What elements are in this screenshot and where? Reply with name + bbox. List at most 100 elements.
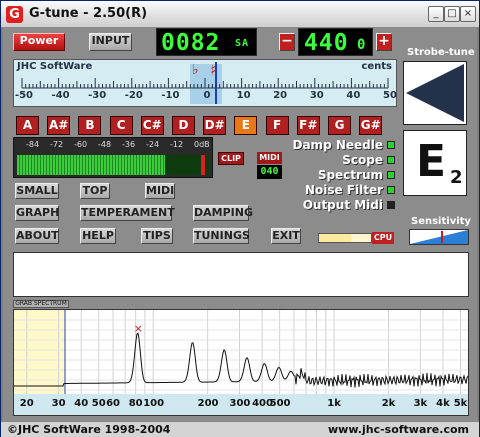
level-meter-tick: -24	[146, 140, 160, 149]
scope-waveform	[14, 253, 468, 296]
level-meter: -84 -72 -60 -48 -36 -24 -12 0dB	[13, 137, 213, 178]
reference-freq-display: 440 0	[298, 28, 373, 56]
reference-freq-decimal: 0	[357, 37, 367, 53]
cpu-meter-fill	[319, 234, 352, 242]
needle-scale-label: 50	[383, 90, 397, 101]
flag-label-scope[interactable]: Scope	[273, 153, 383, 167]
freq-up-button[interactable]: +	[376, 33, 392, 51]
spectrum-tick-label: 5k	[453, 398, 468, 409]
detected-note-display: E 2	[403, 130, 467, 196]
app-window: G G-tune - 2.50(R) _ □ × Power INPUT 008…	[0, 0, 480, 437]
note-button-f[interactable]: F	[265, 116, 289, 135]
flag-label-noise-filter[interactable]: Noise Filter	[273, 183, 383, 197]
input-button[interactable]: INPUT	[89, 33, 132, 51]
note-button-d[interactable]: D	[172, 116, 195, 135]
gtune-logo-icon: G	[6, 6, 23, 23]
note-button-f-sharp[interactable]: F#	[296, 116, 320, 135]
needle-scale-label: 30	[309, 90, 324, 101]
note-button-d-sharp[interactable]: D#	[203, 116, 227, 135]
spectrum-tick-label: 20	[19, 398, 34, 409]
flag-indicator-icon[interactable]	[387, 141, 395, 149]
sensitivity-slider[interactable]	[409, 229, 469, 245]
note-button-g-sharp[interactable]: G#	[359, 116, 383, 135]
strobe-tune-label: Strobe-tune	[407, 47, 475, 58]
cpu-label: CPU	[372, 232, 394, 244]
needle-scale-label: -10	[161, 90, 180, 101]
level-peak-marker	[201, 155, 205, 175]
note-button-c-sharp[interactable]: C#	[140, 116, 164, 135]
sample-counter-value: 0082	[161, 30, 221, 56]
help-button[interactable]: HELP	[80, 228, 116, 244]
needle-scale-label: 40	[346, 90, 361, 101]
window-title: G-tune - 2.50(R)	[29, 6, 148, 21]
needle-scale-label: -50	[14, 90, 34, 101]
flag-indicator-icon[interactable]	[387, 156, 395, 164]
flag-label-damp-needle[interactable]: Damp Needle	[273, 138, 384, 152]
note-button-a-sharp[interactable]: A#	[47, 116, 71, 135]
small-button[interactable]: SMALL	[15, 183, 59, 199]
needle-scale-label: -30	[88, 90, 107, 101]
grab-spectrum-button[interactable]: GRAB SPECTRUM	[13, 300, 69, 308]
midi-button[interactable]: MIDI	[145, 183, 175, 199]
note-button-a[interactable]: A	[16, 116, 39, 135]
close-button[interactable]: ×	[460, 6, 476, 22]
maximize-button[interactable]: □	[444, 6, 460, 22]
svg-text:×: ×	[134, 322, 143, 335]
spectrum-tick-label: 100	[143, 398, 165, 409]
flag-indicator-icon[interactable]	[387, 171, 395, 179]
freq-down-button[interactable]: −	[279, 33, 295, 51]
sensitivity-ramp	[410, 230, 468, 244]
spectrum-tick-label: 60	[106, 398, 121, 409]
oscilloscope	[13, 252, 469, 297]
strobe-tuner	[403, 61, 467, 125]
status-bar: ©JHC SoftWare 1998-2004 www.jhc-software…	[1, 421, 479, 437]
website-link[interactable]: www.jhc-software.com	[328, 423, 469, 436]
spectrum-axis: 20 30 40 50 60 80 100 200 300 400 500 1k 2k 3k 4k 5k	[14, 394, 468, 415]
tips-button[interactable]: TIPS	[141, 228, 173, 244]
clip-indicator: CLIP	[218, 152, 244, 165]
exit-button[interactable]: EXIT	[271, 228, 301, 244]
tuning-needle-meter: JHC SoftWare cents ♭ ♯ -50 -40 -30 -20 -10 0 1…	[13, 59, 397, 107]
copyright-text: ©JHC SoftWare 1998-2004	[7, 423, 171, 436]
level-meter-tick: -84	[26, 140, 40, 149]
level-meter-tick: -72	[50, 140, 64, 149]
spectrum-tick-label: 3k	[413, 398, 428, 409]
minimize-button[interactable]: _	[428, 6, 444, 22]
flag-indicator-icon[interactable]	[387, 186, 395, 194]
about-button[interactable]: ABOUT	[15, 228, 59, 244]
flag-indicator-icon[interactable]	[387, 201, 395, 209]
detected-note-octave: 2	[450, 167, 463, 188]
spectrum-analyzer: × 20 30 40 50 60 80 100 200 300 400 500 1k 2k 3k 4k 5k	[13, 309, 469, 416]
graph-button[interactable]: GRAPH	[15, 205, 59, 221]
needle-scale-label: 10	[236, 90, 251, 101]
spectrum-tick-label: 2k	[381, 398, 396, 409]
spectrum-tick-label: 200	[197, 398, 219, 409]
title-bar[interactable]: G G-tune - 2.50(R) _ □ ×	[1, 1, 479, 28]
needle-scale-label: -40	[51, 90, 70, 101]
note-button-c[interactable]: C	[109, 116, 133, 135]
spectrum-tick-label: 300	[229, 398, 251, 409]
note-button-e[interactable]: E	[234, 116, 258, 135]
level-meter-tick: -60	[74, 140, 88, 149]
spectrum-tick-label: 500	[269, 398, 291, 409]
sensitivity-thumb[interactable]	[440, 231, 443, 243]
cpu-meter	[318, 233, 372, 243]
damping-button[interactable]: DAMPING	[193, 205, 253, 221]
top-button[interactable]: TOP	[80, 183, 110, 199]
flag-label-spectrum[interactable]: Spectrum	[273, 168, 383, 182]
note-button-g[interactable]: G	[328, 116, 351, 135]
tunings-button[interactable]: TUNINGS	[193, 228, 250, 244]
level-meter-tick: 0dB	[194, 140, 210, 149]
sensitivity-label: Sensitivity	[411, 216, 471, 227]
note-button-b[interactable]: B	[78, 116, 102, 135]
power-button[interactable]: Power	[13, 33, 65, 51]
needle-scale-label: 0	[203, 90, 211, 101]
spectrum-tick-label: 1k	[327, 398, 341, 409]
level-meter-tick: -12	[170, 140, 184, 149]
needle-scale-label: -20	[124, 90, 143, 101]
temperament-button[interactable]: TEMPERAMENT	[80, 205, 175, 221]
spectrum-tick-label: 30	[51, 398, 66, 409]
sample-counter-unit: SA	[235, 38, 250, 49]
flag-label-output-midi[interactable]: Output Midi	[273, 198, 383, 212]
sample-counter-display: 0082 SA	[156, 28, 257, 56]
